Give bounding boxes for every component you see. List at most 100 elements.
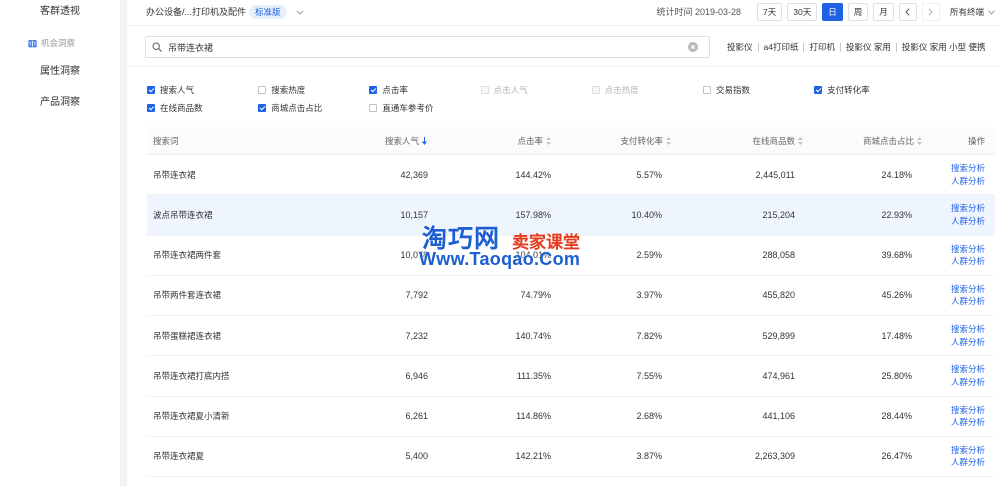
period-button[interactable]: 7天 <box>757 3 783 21</box>
column-header-label: 搜索人气 <box>384 135 419 146</box>
click-rate-cell: 144.42% <box>515 169 551 180</box>
related-search-term[interactable]: 投影仪 家用 <box>846 41 891 53</box>
keyword-cell: 吊带连衣裙 <box>153 169 196 180</box>
sidebar-item-customer-insight[interactable]: 客群透视 <box>40 5 80 19</box>
search-analysis-link[interactable]: 搜索分析 <box>951 363 985 376</box>
sidebar-item-attribute-insight[interactable]: 属性洞察 <box>40 65 80 79</box>
crowd-analysis-link[interactable]: 人群分析 <box>951 376 985 389</box>
metric-label: 点击人气 <box>493 85 528 95</box>
metric-option[interactable]: 点击率 <box>369 81 480 99</box>
checkbox[interactable] <box>814 86 823 94</box>
checkbox[interactable] <box>258 86 267 94</box>
checkbox[interactable] <box>147 86 155 94</box>
metric-option[interactable]: 搜索人气 <box>147 81 258 99</box>
checkbox[interactable] <box>258 104 267 112</box>
checkbox[interactable] <box>369 104 378 112</box>
search-popularity-cell: 7,232 <box>405 330 428 341</box>
sidebar-gutter <box>120 0 127 486</box>
column-header[interactable]: 搜索人气 <box>300 127 432 154</box>
sidebar-item-product-insight[interactable]: 产品洞察 <box>40 96 80 110</box>
period-button[interactable]: 周 <box>847 3 869 21</box>
actions-cell: 搜索分析 人群分析 <box>927 236 995 275</box>
search-input[interactable] <box>168 37 678 57</box>
sort-desc-icon[interactable] <box>422 136 427 145</box>
search-analysis-link[interactable]: 搜索分析 <box>951 323 985 336</box>
terminal-select[interactable]: 所有终端 <box>950 6 995 18</box>
search-analysis-link[interactable]: 搜索分析 <box>951 162 985 175</box>
metric-option[interactable]: 在线商品数 <box>147 99 258 117</box>
period-button[interactable]: 30天 <box>787 3 818 21</box>
app-window: 客群透视 机会洞察 属性洞察 产品洞察 办公设备/...打印机及配件 标准版 统… <box>0 0 1000 486</box>
related-search-term[interactable]: a4打印纸 <box>764 41 799 53</box>
sort-icon[interactable] <box>798 136 803 145</box>
online-items-cell: 529,899 <box>762 330 795 341</box>
chevron-down-icon[interactable] <box>296 10 304 15</box>
actions-cell: 搜索分析 人群分析 <box>927 397 995 436</box>
table-row: 吊带连衣裙夏小清新 6,261 114.86% 2.68% 441,106 28.44% 搜… <box>147 397 995 437</box>
keyword-cell: 波点吊带连衣裙 <box>153 209 213 220</box>
keyword-cell: 吊带两件套连衣裙 <box>153 290 222 301</box>
crowd-analysis-link[interactable]: 人群分析 <box>951 336 985 349</box>
search-analysis-link[interactable]: 搜索分析 <box>951 404 985 417</box>
online-items-cell: 215,204 <box>762 209 795 220</box>
table-row: 吊带连衣裙打底内搭 6,946 111.35% 7.55% 474,961 25.80% 搜… <box>147 356 995 397</box>
column-header[interactable]: 点击率 <box>432 127 556 154</box>
column-header-label: 商城点击占比 <box>862 135 914 146</box>
sidebar-group-label: 机会洞察 <box>41 38 76 48</box>
metric-option[interactable]: 交易指数 <box>702 81 814 99</box>
divider <box>127 66 1000 67</box>
crowd-analysis-link[interactable]: 人群分析 <box>951 295 985 308</box>
category-path[interactable]: 办公设备/...打印机及配件 <box>146 6 246 18</box>
column-header[interactable]: 商城点击占比 <box>808 127 927 154</box>
mall-click-share-cell: 17.48% <box>881 330 912 341</box>
actions-cell: 搜索分析 人群分析 <box>927 356 995 395</box>
table-row: 吊带连衣裙夏 5,400 142.21% 3.87% 2,263,309 26.47% 搜索… <box>147 437 995 477</box>
column-header-label: 支付转化率 <box>620 135 663 146</box>
checkbox[interactable] <box>702 86 711 94</box>
pay-conversion-cell: 2.59% <box>636 250 662 261</box>
crowd-analysis-link[interactable]: 人群分析 <box>951 416 985 429</box>
keyword-cell: 吊带蛋糕裙连衣裙 <box>153 330 222 341</box>
related-search-term[interactable]: 打印机 <box>809 41 835 53</box>
metric-selector: 搜索人气 搜索热度 点击率 点击人气 点击热度 交易指数 支付转化率 在线商品数 商城点击占比 直… <box>147 81 937 117</box>
mall-click-share-cell: 22.93% <box>881 209 912 220</box>
search-analysis-link[interactable]: 搜索分析 <box>951 243 985 256</box>
search-popularity-cell: 10,157 <box>400 209 428 220</box>
keyword-cell: 吊带连衣裙打底内搭 <box>153 370 230 381</box>
metric-option[interactable]: 商城点击占比 <box>258 99 369 117</box>
metric-option[interactable]: 直通车参考价 <box>369 99 480 117</box>
column-header[interactable]: 支付转化率 <box>556 127 676 154</box>
metric-option[interactable]: 支付转化率 <box>814 81 925 99</box>
checkbox[interactable] <box>369 86 378 94</box>
click-rate-cell: 157.98% <box>515 209 551 220</box>
metric-option[interactable]: 搜索热度 <box>258 81 369 99</box>
sort-icon[interactable] <box>917 136 922 145</box>
next-date-button[interactable] <box>921 3 940 21</box>
crowd-analysis-link[interactable]: 人群分析 <box>951 255 985 268</box>
sort-icon[interactable] <box>666 136 671 145</box>
column-header[interactable]: 在线商品数 <box>676 127 808 154</box>
keyword-cell: 吊带连衣裙两件套 <box>153 250 222 261</box>
sidebar-item-label: 产品洞察 <box>40 97 80 108</box>
related-search-term[interactable]: 投影仪 <box>727 41 753 53</box>
column-header-label: 操作 <box>967 135 985 146</box>
period-button[interactable]: 月 <box>873 3 894 21</box>
period-button[interactable]: 日 <box>822 3 843 21</box>
search-icon <box>152 42 162 52</box>
sidebar-group-opportunity[interactable]: 机会洞察 <box>28 37 75 49</box>
prev-date-button[interactable] <box>898 3 917 21</box>
search-analysis-link[interactable]: 搜索分析 <box>951 202 985 215</box>
period-switcher: 7天 30天日周月 <box>757 3 894 21</box>
search-analysis-link[interactable]: 搜索分析 <box>951 283 985 296</box>
related-search-term[interactable]: 投影仪 家用 小型 便携 <box>902 41 986 53</box>
clear-icon[interactable] <box>688 42 698 52</box>
checkbox[interactable] <box>147 104 155 112</box>
mall-click-share-cell: 26.47% <box>881 451 912 462</box>
search-analysis-link[interactable]: 搜索分析 <box>951 444 985 457</box>
sort-icon[interactable] <box>546 136 551 145</box>
crowd-analysis-link[interactable]: 人群分析 <box>951 456 985 469</box>
crowd-analysis-link[interactable]: 人群分析 <box>951 215 985 228</box>
chevron-right-icon <box>928 8 933 16</box>
actions-cell: 搜索分析 人群分析 <box>927 276 995 315</box>
crowd-analysis-link[interactable]: 人群分析 <box>951 175 985 188</box>
